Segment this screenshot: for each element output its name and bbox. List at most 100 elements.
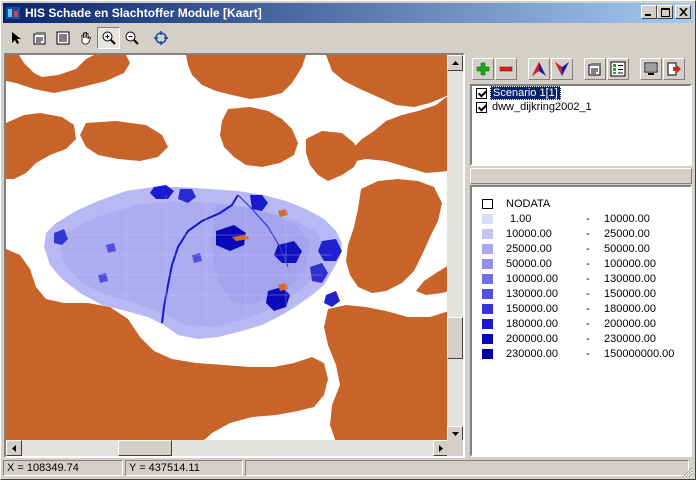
legend-swatch xyxy=(482,243,493,254)
full-extent-tool-button[interactable] xyxy=(51,27,74,49)
full-extent-icon xyxy=(56,31,69,45)
legend-range-from: 180000.00 xyxy=(506,317,558,330)
print-button[interactable] xyxy=(640,58,662,80)
legend-range-to: 150000000.00 xyxy=(604,347,675,360)
layer-item-scenario[interactable]: Scenario 1[1] xyxy=(472,86,690,100)
close-button[interactable] xyxy=(675,5,691,19)
legend-range-to: 25000.00 xyxy=(604,227,650,240)
legend-row: 100000.00 - 130000.00 xyxy=(472,271,690,286)
legend-range-to: 50000.00 xyxy=(604,242,650,255)
remove-layer-button[interactable] xyxy=(495,58,517,80)
legend-splitter[interactable] xyxy=(470,168,692,184)
legend-row: 230000.00 - 150000000.00 xyxy=(472,346,690,361)
vertical-scroll-thumb[interactable] xyxy=(447,317,463,359)
legend-swatch xyxy=(482,333,493,344)
title-bar[interactable]: HIS Schade en Slachtoffer Module [Kaart] xyxy=(3,3,693,23)
minimize-button[interactable] xyxy=(641,5,657,19)
legend-label: NODATA xyxy=(506,197,551,210)
layer-properties-button[interactable] xyxy=(584,58,606,80)
legend-swatch xyxy=(482,273,493,284)
status-bar: X = 108349.74 Y = 437514.11 xyxy=(3,460,693,478)
scroll-up-button[interactable] xyxy=(447,55,463,71)
legend-range-from: 150000.00 xyxy=(506,302,558,315)
map-canvas[interactable] xyxy=(6,55,449,442)
map-toolbar xyxy=(3,25,693,51)
pan-hand-icon xyxy=(81,32,91,45)
zoom-in-tool-button[interactable] xyxy=(97,27,120,49)
plus-icon xyxy=(476,62,490,76)
refresh-tool-button[interactable] xyxy=(149,27,172,49)
pan-tool-button[interactable] xyxy=(74,27,97,49)
layer-toolbar xyxy=(470,56,692,82)
window-title: HIS Schade en Slachtoffer Module [Kaart] xyxy=(25,6,262,20)
maximize-button[interactable] xyxy=(657,5,673,19)
legend-row: 200000.00 - 230000.00 xyxy=(472,331,690,346)
export-icon xyxy=(667,62,681,76)
legend-range-separator: - xyxy=(586,347,590,360)
legend-row: 180000.00 - 200000.00 xyxy=(472,316,690,331)
properties-tool-button[interactable] xyxy=(28,27,51,49)
legend-range-from: 25000.00 xyxy=(506,242,552,255)
layer-label: Scenario 1[1] xyxy=(490,86,561,100)
legend-swatch xyxy=(482,228,493,239)
zoom-out-icon xyxy=(125,31,139,45)
legend-row: 50000.00 - 100000.00 xyxy=(472,256,690,271)
legend-range-separator: - xyxy=(586,212,590,225)
x-coordinate: X = 108349.74 xyxy=(3,460,123,476)
layer-checkbox[interactable] xyxy=(476,101,487,113)
properties-icon xyxy=(33,32,46,45)
legend-row: 130000.00 - 150000.00 xyxy=(472,286,690,301)
minimize-icon xyxy=(645,14,651,16)
arrow-up-icon xyxy=(532,62,546,76)
legend-swatch xyxy=(482,213,493,224)
right-arrow-icon xyxy=(439,444,443,452)
layer-item-dijkring[interactable]: dww_dijkring2002_1 xyxy=(472,100,690,114)
legend-range-to: 180000.00 xyxy=(604,302,656,315)
main-window: HIS Schade en Slachtoffer Module [Kaart] xyxy=(0,0,696,480)
legend-range-separator: - xyxy=(586,302,590,315)
map-vertical-scrollbar[interactable] xyxy=(447,55,463,442)
legend-editor-button[interactable] xyxy=(607,58,629,80)
horizontal-scroll-thumb[interactable] xyxy=(118,440,172,456)
layer-checkbox[interactable] xyxy=(476,87,487,99)
map-horizontal-scrollbar[interactable] xyxy=(6,440,449,456)
legend-range-from: 50000.00 xyxy=(506,257,552,270)
refresh-icon xyxy=(153,31,168,45)
layer-label: dww_dijkring2002_1 xyxy=(492,101,592,113)
resize-grip-icon[interactable] xyxy=(681,466,693,478)
legend-range-to: 100000.00 xyxy=(604,257,656,270)
legend-range-from: 1.00 xyxy=(510,212,532,225)
legend-range-separator: - xyxy=(586,287,590,300)
map-view[interactable] xyxy=(4,53,465,458)
legend-row: 150000.00 - 180000.00 xyxy=(472,301,690,316)
properties-icon xyxy=(588,63,601,76)
legend-swatch xyxy=(482,348,493,359)
export-button[interactable] xyxy=(663,58,685,80)
legend-swatch xyxy=(482,303,493,314)
legend-swatch xyxy=(482,318,493,329)
legend-range-separator: - xyxy=(586,242,590,255)
legend-range-to: 150000.00 xyxy=(604,287,656,300)
add-layer-button[interactable] xyxy=(472,58,494,80)
arrow-down-icon xyxy=(555,62,569,76)
scroll-left-button[interactable] xyxy=(6,440,22,456)
layer-list[interactable]: Scenario 1[1] dww_dijkring2002_1 xyxy=(470,84,692,166)
legend-range-to: 130000.00 xyxy=(604,272,656,285)
app-icon xyxy=(5,5,21,21)
legend-range-from: 230000.00 xyxy=(506,347,558,360)
zoom-out-tool-button[interactable] xyxy=(120,27,143,49)
legend-icon xyxy=(610,61,626,77)
y-coordinate: Y = 437514.11 xyxy=(125,460,243,476)
legend-range-separator: - xyxy=(586,332,590,345)
move-layer-up-button[interactable] xyxy=(528,58,550,80)
legend-swatch xyxy=(482,198,493,209)
zoom-in-icon xyxy=(102,31,116,45)
legend-range-separator: - xyxy=(586,227,590,240)
legend-range-separator: - xyxy=(586,257,590,270)
status-message xyxy=(245,460,689,476)
legend-swatch xyxy=(482,258,493,269)
minus-icon xyxy=(499,66,513,72)
legend-range-to: 10000.00 xyxy=(604,212,650,225)
select-tool-button[interactable] xyxy=(5,27,28,49)
move-layer-down-button[interactable] xyxy=(551,58,573,80)
